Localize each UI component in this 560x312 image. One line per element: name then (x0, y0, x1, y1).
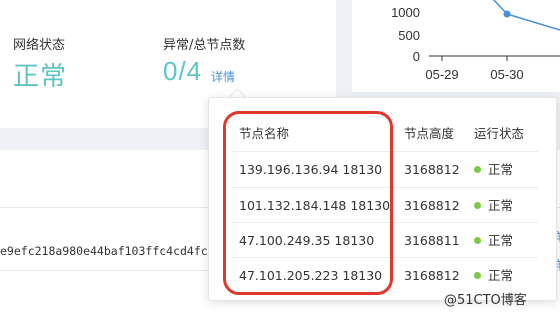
header-node-height: 节点高度 (404, 126, 455, 141)
x-tick-label: 05-29 (425, 67, 458, 82)
abnormal-nodes-label: 异常/总节点数 (163, 38, 246, 53)
abnormal-nodes-value: 0/4 (163, 56, 203, 86)
node-status-cell: 正常 (474, 258, 513, 293)
table-row: 47.100.249.35 18130 3168811 正常 (231, 223, 538, 258)
status-dot-icon (474, 237, 481, 244)
table-row: 47.101.205.223 18130 3168812 正常 (231, 258, 538, 293)
node-name-cell: 47.100.249.35 18130 (239, 233, 375, 248)
node-name-cell: 139.196.136.94 18130 (239, 162, 383, 177)
node-height-cell: 3168811 (404, 233, 460, 248)
node-status-popover: 节点名称 节点高度 运行状态 139.196.136.94 18130 3168… (208, 97, 557, 301)
watermark-text: @51CTO博客 (444, 293, 527, 308)
node-status-cell: 正常 (474, 223, 513, 258)
header-node-name: 节点名称 (239, 126, 290, 141)
block-height-mini-chart: 1000 500 0 05-29 05-30 (391, 0, 560, 82)
node-height-cell: 3168812 (404, 162, 460, 177)
network-status-value: 正常 (13, 61, 68, 91)
node-status-cell: 正常 (474, 152, 513, 187)
status-dot-icon (474, 202, 481, 209)
y-tick-label: 1000 (391, 5, 420, 20)
node-height-cell: 3168812 (404, 268, 460, 283)
node-name-cell: 47.101.205.223 18130 (239, 268, 383, 283)
data-point (503, 10, 511, 18)
status-dot-icon (474, 166, 481, 173)
node-name-cell: 101.132.184.148 18130 (239, 198, 391, 213)
y-tick-label: 0 (413, 49, 420, 64)
series-line (492, 0, 560, 31)
y-tick-label: 500 (398, 28, 420, 43)
node-height-cell: 3168812 (404, 198, 460, 213)
details-link[interactable]: 详情 (211, 68, 235, 85)
table-header-row: 节点名称 节点高度 运行状态 (231, 116, 538, 151)
header-run-status: 运行状态 (474, 126, 525, 141)
x-tick-label: 05-30 (490, 67, 523, 82)
network-status-label: 网络状态 (13, 38, 66, 53)
status-dot-icon (474, 272, 481, 279)
table-row: 101.132.184.148 18130 3168812 正常 (231, 188, 538, 223)
table-row: 139.196.136.94 18130 3168812 正常 (231, 152, 538, 187)
node-status-cell: 正常 (474, 188, 513, 223)
block-hash-text: e9efc218a980e44baf103ffc4cd4fce (0, 244, 215, 258)
